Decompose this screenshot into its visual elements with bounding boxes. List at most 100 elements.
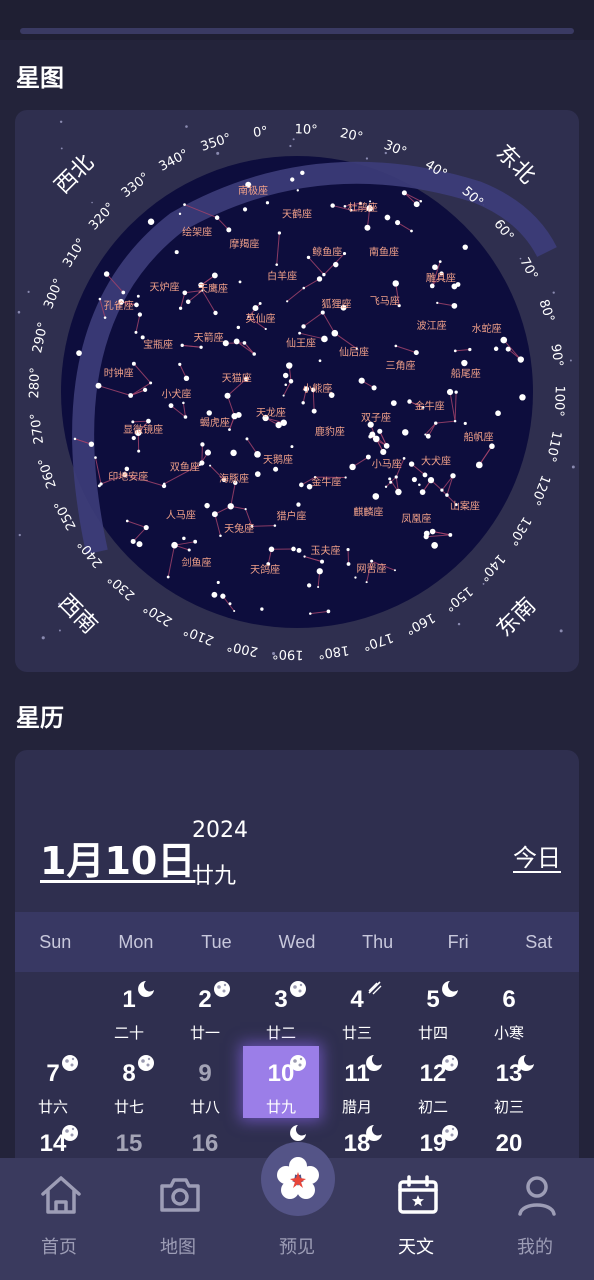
star [394, 344, 398, 348]
star [380, 448, 387, 456]
star [252, 305, 259, 312]
calendar-day[interactable]: 9 廿八 [167, 1046, 243, 1118]
day-lunar-label: 廿七 [113, 1098, 144, 1116]
star [445, 493, 449, 497]
star [94, 456, 97, 459]
day-lunar-label: 廿九 [265, 1098, 296, 1116]
star [418, 483, 421, 487]
star [224, 392, 231, 399]
calendar-day[interactable]: 4 廿三 [319, 972, 395, 1044]
star [423, 530, 430, 537]
home-icon [41, 1176, 81, 1214]
star [384, 214, 391, 221]
day-number: 14 [39, 1130, 67, 1157]
azimuth-label: 80° [535, 298, 556, 325]
day-number: 20 [495, 1130, 523, 1157]
star [137, 312, 143, 317]
calendar-day[interactable]: 12 初二 [395, 1046, 471, 1118]
calendar-day[interactable]: 11 腊月 [319, 1046, 395, 1118]
star [517, 356, 524, 363]
star [97, 484, 101, 488]
calendar-day[interactable]: 13 初三 [471, 1046, 547, 1118]
star [318, 359, 322, 363]
star [296, 502, 301, 507]
calendar-day-selected[interactable]: 10 廿九 [243, 1046, 319, 1118]
star [450, 473, 456, 479]
day-lunar-label: 初三 [493, 1098, 524, 1116]
sky-disc[interactable] [61, 156, 533, 628]
star [211, 511, 218, 518]
star [505, 346, 511, 352]
direction-label: 东南 [492, 593, 541, 642]
calendar-day[interactable]: 8 廿七 [91, 1046, 167, 1118]
star [204, 449, 211, 456]
azimuth-label: 70° [516, 255, 540, 282]
tab-calendar[interactable]: 天文 [357, 1158, 475, 1280]
star [282, 394, 285, 397]
star [410, 229, 413, 233]
star [124, 466, 130, 472]
constellation-label: 麒麟座 [353, 506, 383, 519]
star [143, 524, 149, 531]
starmap-card[interactable]: 0° 10° 20° 30° 40° 50° 60° 70° 80° 90° 100° 110° 120… [15, 110, 579, 672]
tab-home[interactable]: 首页 [0, 1158, 118, 1280]
calendar-day[interactable]: 2 廿一 [167, 972, 243, 1044]
constellation-label: 金牛座 [311, 475, 341, 488]
moon-phase-icon [290, 981, 306, 997]
star [219, 534, 222, 538]
tab-camera[interactable]: 地图 [119, 1158, 237, 1280]
star [134, 302, 139, 308]
star [453, 349, 457, 353]
constellation-label: 孔雀座 [104, 299, 134, 312]
day-lunar-label: 廿一 [189, 1024, 220, 1042]
day-number: 19 [419, 1130, 447, 1157]
selected-date[interactable]: 1月10日 [40, 830, 195, 885]
day-number: 1 [122, 986, 136, 1013]
star [238, 280, 242, 284]
star [419, 199, 423, 203]
constellation-label: 波江座 [417, 319, 447, 332]
azimuth-label: 150° [441, 583, 475, 614]
star [434, 421, 438, 425]
weekday-header: Sun Mon Tue Wed Thu Fri Sat [15, 912, 579, 972]
azimuth-label: 290° [30, 321, 51, 355]
star [461, 359, 468, 367]
star [436, 301, 439, 305]
star [321, 335, 328, 343]
star [320, 559, 325, 564]
star [166, 575, 170, 579]
constellation-label: 小犬座 [161, 387, 191, 400]
calendar-day[interactable]: 3 廿二 [243, 972, 319, 1044]
star [311, 408, 317, 414]
star [264, 327, 267, 331]
calendar-day[interactable]: 7 廿六 [15, 1046, 91, 1118]
azimuth-label: 20° [339, 126, 365, 145]
calendar-day[interactable]: 6 小寒 [471, 972, 547, 1044]
day-number: 3 [274, 986, 288, 1013]
star [168, 403, 174, 409]
star-chart[interactable]: 0° 10° 20°30°40°50°60°70°80°90°100°110°120… [15, 110, 579, 672]
weekday-label: Tue [201, 932, 232, 952]
flower-fab-button[interactable] [261, 1142, 335, 1216]
star [258, 302, 262, 305]
tab-label: 我的 [517, 1237, 553, 1258]
star [147, 218, 155, 225]
background-star [292, 138, 295, 141]
azimuth-label: 260° [36, 456, 60, 490]
star [455, 282, 461, 287]
star [178, 362, 182, 366]
azimuth-label: 270° [28, 412, 47, 445]
star [519, 394, 526, 401]
tab-person[interactable]: 我的 [476, 1158, 594, 1280]
star [372, 493, 380, 500]
star [369, 200, 372, 203]
calendar-day[interactable]: 5 廿四 [395, 972, 471, 1044]
today-button[interactable]: 今日 [513, 838, 561, 873]
star [330, 203, 335, 208]
calendar-day[interactable]: 1 二十 [91, 972, 167, 1044]
star [76, 350, 82, 356]
star [468, 347, 472, 352]
tab-label: 首页 [41, 1237, 77, 1258]
star [265, 201, 270, 205]
constellation-label: 天鹤座 [282, 208, 312, 221]
